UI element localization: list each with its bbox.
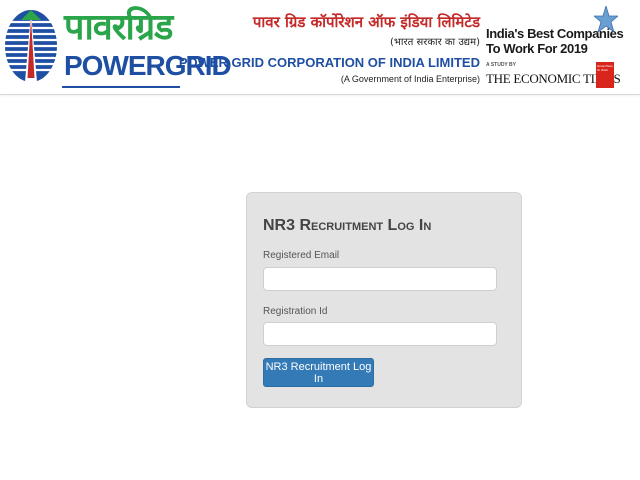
site-header: पावरग्रिड POWERGRID पावर ग्रिड कॉर्पोरेश… xyxy=(0,0,640,95)
company-subtitle-hindi: (भारत सरकार का उद्यम) xyxy=(390,37,480,48)
registration-id-label: Registration Id xyxy=(263,306,328,317)
email-label: Registered Email xyxy=(263,250,340,261)
page: पावरग्रिड POWERGRID पावर ग्रिड कॉर्पोरेश… xyxy=(0,0,640,480)
registration-id-field[interactable] xyxy=(263,322,497,346)
login-form: NR3 Recruitment Log In Registered Email … xyxy=(246,192,522,408)
login-button[interactable]: NR3 Recruitment Log In xyxy=(263,358,374,387)
award-study-by: A STUDY BY xyxy=(486,62,517,68)
great-place-to-work-badge: Great Place To Work xyxy=(596,62,614,88)
login-title: NR3 Recruitment Log In xyxy=(263,217,432,234)
company-name-english: POWER GRID CORPORATION OF INDIA LIMITED xyxy=(178,55,480,70)
award-title-line2: To Work For 2019 xyxy=(486,41,588,56)
email-field[interactable] xyxy=(263,267,497,291)
logo-hindi-wordmark: पावरग्रिड xyxy=(64,7,173,48)
company-subtitle-english: (A Government of India Enterprise) xyxy=(340,74,480,84)
powergrid-emblem-icon xyxy=(5,10,57,82)
best-companies-award: India's Best Companies To Work For 2019 … xyxy=(484,6,624,88)
badge-text: Great Place To Work xyxy=(597,64,613,72)
star-icon xyxy=(594,6,618,34)
company-name-hindi: पावर ग्रिड कॉर्पोरेशन ऑफ इंडिया लिमिटेड xyxy=(252,13,480,31)
logo-underline xyxy=(62,86,180,88)
